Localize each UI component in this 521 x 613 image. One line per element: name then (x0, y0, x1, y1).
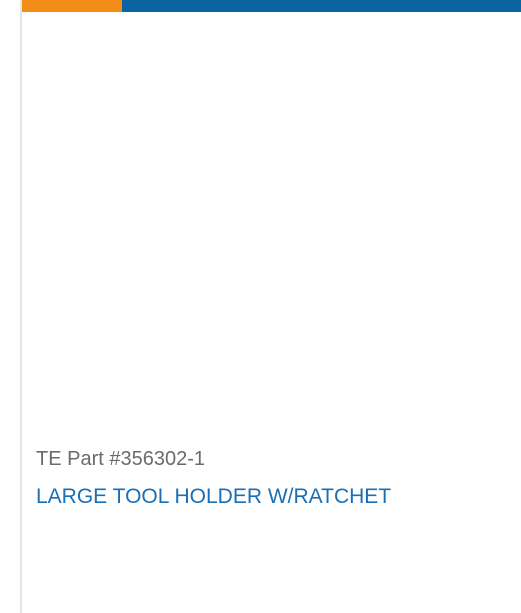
product-image-area[interactable] (22, 12, 521, 432)
part-number-label: TE Part #356302-1 (36, 448, 205, 470)
product-card[interactable]: TE Part #356302-1 LARGE TOOL HOLDER W/RA… (22, 0, 521, 613)
product-title-link[interactable]: LARGE TOOL HOLDER W/RATCHET (36, 485, 391, 509)
card-top-accent-bar (22, 0, 521, 12)
brand-bar-segment (122, 0, 521, 12)
accent-bar-segment (22, 0, 122, 12)
